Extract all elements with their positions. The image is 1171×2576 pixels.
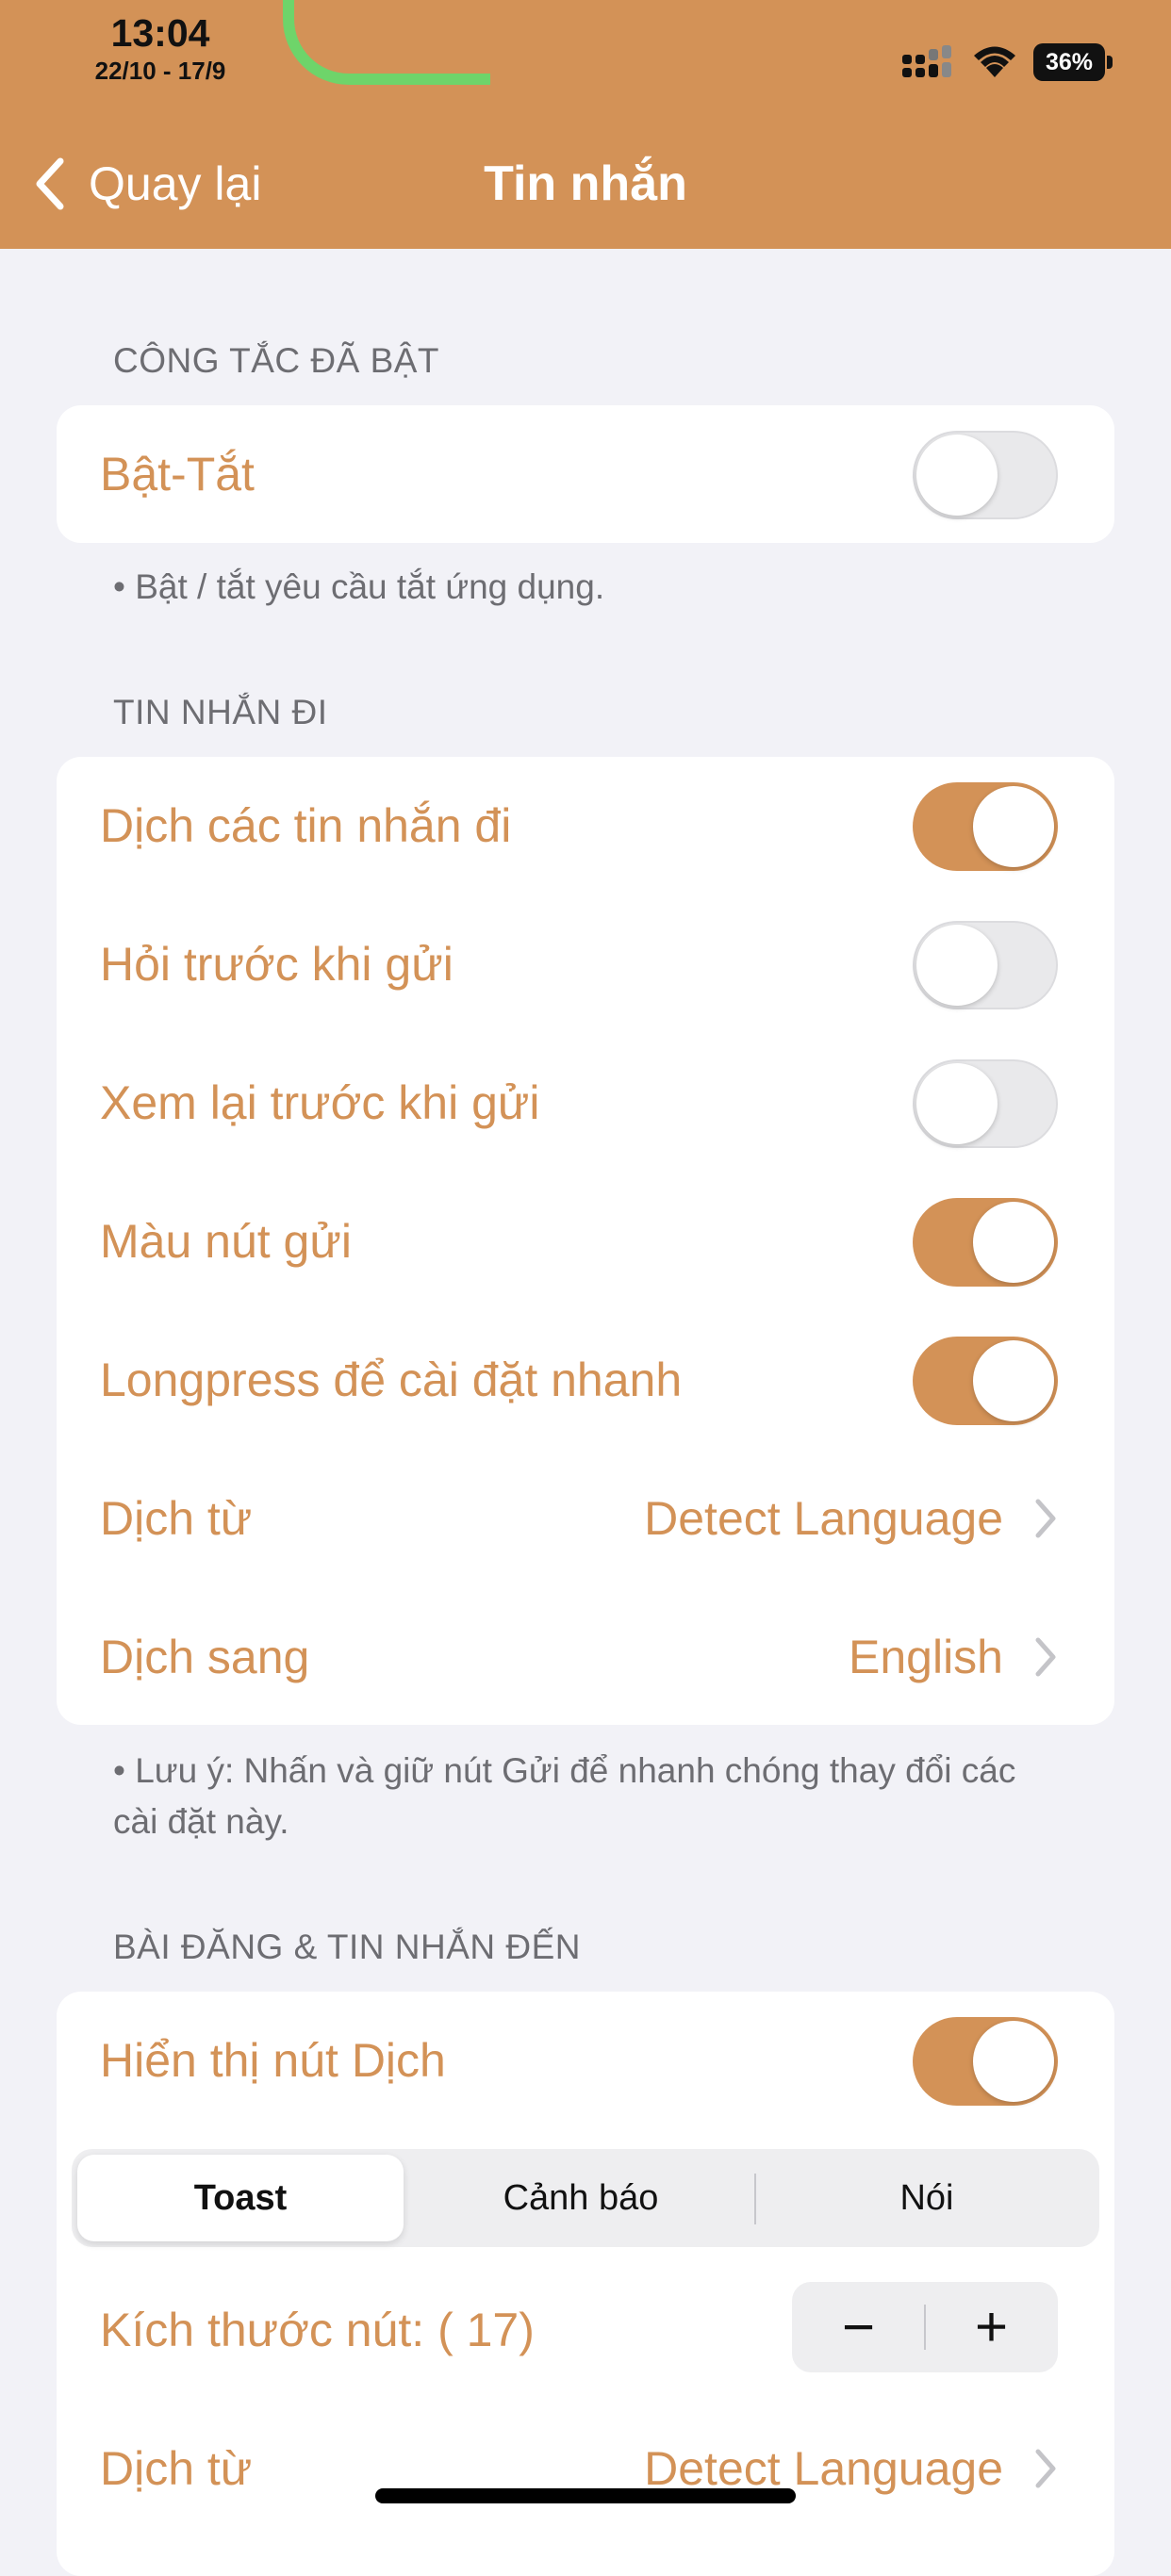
segment-speak[interactable]: Nói: [760, 2155, 1094, 2241]
on-off-toggle[interactable]: [913, 431, 1058, 519]
section-header-incoming: BÀI ĐĂNG & TIN NHẮN ĐẾN: [113, 1928, 582, 1966]
outgoing-translate-to-row[interactable]: Dịch sang English: [57, 1588, 1114, 1727]
row-label: Dịch các tin nhắn đi: [100, 799, 512, 852]
row-label: Xem lại trước khi gửi: [100, 1076, 540, 1129]
incoming-row-show-translate-button: Hiển thị nút Dịch: [57, 1992, 1114, 2130]
outgoing-footer-note: • Lưu ý: Nhấn và giữ nút Gửi để nhanh ch…: [113, 1751, 1016, 1841]
outgoing-row-review-before-send: Xem lại trước khi gửi: [57, 1034, 1114, 1173]
segment-divider: [754, 2174, 756, 2224]
battery-icon: 36%: [1033, 43, 1113, 81]
segment-alert[interactable]: Cảnh báo: [413, 2155, 749, 2241]
chevron-right-icon: [1035, 2449, 1056, 2488]
row-label: Dịch sang: [100, 1631, 310, 1683]
stepper-minus-button[interactable]: −: [792, 2282, 925, 2372]
page-title: Tin nhắn: [484, 156, 687, 211]
translate-from-value: Detect Language: [644, 1492, 1003, 1545]
wifi-icon: [974, 46, 1015, 77]
outgoing-row-longpress-quick-settings: Longpress để cài đặt nhanh: [57, 1311, 1114, 1450]
row-label: Hỏi trước khi gửi: [100, 938, 454, 991]
ask-before-send-toggle[interactable]: [913, 921, 1058, 1009]
button-size-stepper: − +: [792, 2282, 1058, 2372]
cellular-signal-icon: [902, 45, 951, 77]
translate-to-value: English: [849, 1631, 1003, 1683]
longpress-quick-settings-toggle[interactable]: [913, 1337, 1058, 1425]
home-indicator[interactable]: [375, 2488, 796, 2503]
row-label: Màu nút gửi: [100, 1215, 352, 1268]
battery-level: 36%: [1045, 49, 1094, 75]
chevron-right-icon: [1035, 1637, 1056, 1677]
back-button[interactable]: Quay lại: [34, 151, 261, 217]
display-mode-segmented-control: Toast Cảnh báo Nói: [72, 2149, 1099, 2247]
stepper-plus-button[interactable]: +: [925, 2282, 1058, 2372]
outgoing-card: Dịch các tin nhắn đi Hỏi trước khi gửi X…: [57, 757, 1114, 1725]
incoming-translate-from-row[interactable]: Dịch từ Detect Language: [57, 2400, 1114, 2538]
switch-row-label: Bật-Tắt: [100, 448, 255, 500]
show-translate-button-toggle[interactable]: [913, 2017, 1058, 2106]
translate-outgoing-toggle[interactable]: [913, 782, 1058, 871]
translate-from-value: Detect Language: [644, 2442, 1003, 2495]
outgoing-row-send-button-color: Màu nút gửi: [57, 1173, 1114, 1311]
switch-footer-note: • Bật / tắt yêu cầu tắt ứng dụng.: [113, 567, 605, 606]
status-date-range: 22/10 - 17/9: [94, 57, 226, 85]
row-label: Dịch từ: [100, 2442, 253, 2495]
review-before-send-toggle[interactable]: [913, 1059, 1058, 1148]
switch-row: Bật-Tắt: [57, 405, 1114, 544]
incoming-row-button-size: Kích thước nút: ( 17) − +: [57, 2261, 1114, 2400]
chevron-left-icon: [36, 157, 64, 210]
switch-card: Bật-Tắt: [57, 405, 1114, 543]
outgoing-row-translate-outgoing: Dịch các tin nhắn đi: [57, 757, 1114, 895]
screen-recording-indicator: [283, 0, 490, 85]
button-size-label: Kích thước nút: ( 17): [100, 2304, 535, 2356]
back-button-label: Quay lại: [89, 157, 262, 210]
row-label: Longpress để cài đặt nhanh: [100, 1354, 683, 1406]
status-time: 13:04: [110, 11, 210, 55]
section-header-switch: CÔNG TẮC ĐÃ BẬT: [113, 341, 440, 380]
header: 13:04 22/10 - 17/9 36% Quay lại Tin nhắn: [0, 0, 1171, 249]
outgoing-row-ask-before-send: Hỏi trước khi gửi: [57, 895, 1114, 1034]
row-label: Dịch từ: [100, 1492, 253, 1545]
segment-toast[interactable]: Toast: [77, 2155, 404, 2241]
send-button-color-toggle[interactable]: [913, 1198, 1058, 1287]
section-header-outgoing: TIN NHẮN ĐI: [113, 693, 328, 731]
outgoing-translate-from-row[interactable]: Dịch từ Detect Language: [57, 1450, 1114, 1588]
chevron-right-icon: [1035, 1499, 1056, 1538]
row-label: Hiển thị nút Dịch: [100, 2034, 446, 2087]
